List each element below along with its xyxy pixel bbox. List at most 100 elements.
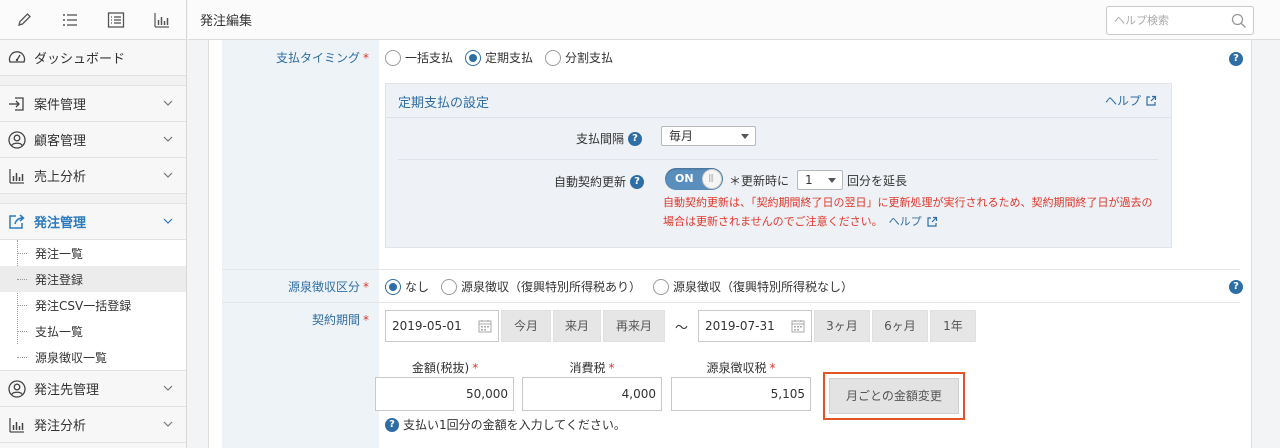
dropdown-caret-icon xyxy=(828,178,836,183)
chevron-down-icon xyxy=(163,100,173,106)
radio-withholding-without-reconstruction[interactable]: 源泉徴収（復興特別所得税なし） xyxy=(653,278,853,295)
list-box-icon[interactable] xyxy=(94,0,138,40)
required-mark: * xyxy=(363,280,369,294)
periodic-settings-box: 定期支払の設定 ヘルプ 支払間隔 ? 毎月 自動契約更新 ? ON ＊更新時に … xyxy=(385,83,1172,248)
renew-suffix: 回分を延長 xyxy=(847,174,908,188)
help-icon[interactable]: ? xyxy=(1229,52,1243,66)
sidebar-item-order-analysis[interactable]: 発注分析 xyxy=(0,407,186,443)
periodic-help-link[interactable]: ヘルプ xyxy=(1105,92,1157,109)
chevron-down-icon xyxy=(163,385,173,391)
sidebar-item-label: 案件管理 xyxy=(34,98,87,113)
radio-periodic[interactable]: 定期支払 xyxy=(465,49,533,66)
sidebar-item-label: 売上分析 xyxy=(34,170,87,185)
toggle-knob xyxy=(702,169,722,189)
help-search-input[interactable] xyxy=(1107,7,1225,34)
required-mark: * xyxy=(363,51,369,65)
order-edit-form: 支払タイミング * 一括支払 定期支払 分割支払 ? 定期支払の設定 ヘルプ 支払… xyxy=(208,40,1252,448)
sidebar-item-customers[interactable]: 顧客管理 xyxy=(0,122,186,158)
withholding-label: 源泉徴収区分 * xyxy=(287,280,369,294)
interval-select[interactable]: 毎月 xyxy=(661,126,756,146)
radio-withholding-with-reconstruction[interactable]: 源泉徴収（復興特別所得税あり） xyxy=(441,278,641,295)
sidebar-item-label: 発注分析 xyxy=(34,419,87,434)
start-date-input[interactable]: 2019-05-01 xyxy=(385,310,499,342)
monthly-amount-highlight: 月ごとの金額変更 xyxy=(823,372,965,420)
payment-timing-label: 支払タイミング * xyxy=(275,51,369,65)
required-mark: * xyxy=(363,313,369,327)
chevron-down-icon xyxy=(163,172,173,178)
login-icon xyxy=(7,94,27,114)
warning-help-link[interactable]: ヘルプ xyxy=(889,212,922,231)
page-header: 発注編集 xyxy=(188,0,1280,40)
withholding-tax-label: 源泉徴収税 * xyxy=(706,361,776,375)
sidebar-item-orders[interactable]: 発注管理 xyxy=(0,204,186,240)
sidebar-item-projects[interactable]: 案件管理 xyxy=(0,86,186,122)
sidebar-item-dashboard[interactable]: ダッシュボード xyxy=(0,40,186,76)
tax-input[interactable]: 4,000 xyxy=(522,377,662,411)
speedometer-icon xyxy=(7,48,27,68)
calendar-icon[interactable] xyxy=(478,319,492,333)
amount-input[interactable]: 50,000 xyxy=(375,377,514,411)
person-circle-icon xyxy=(7,130,27,150)
payment-timing-radios: 一括支払 定期支払 分割支払 xyxy=(385,49,625,66)
divider xyxy=(386,117,1171,118)
page-title: 発注編集 xyxy=(200,14,253,29)
pencil-icon[interactable] xyxy=(2,0,46,40)
end-date-input[interactable]: 2019-07-31 xyxy=(698,310,812,342)
sidebar-subitem-order-register[interactable]: 発注登録 xyxy=(0,266,186,292)
month-after-next-button[interactable]: 再来月 xyxy=(603,310,665,342)
withholding-radios: なし 源泉徴収（復興特別所得税あり） 源泉徴収（復興特別所得税なし） xyxy=(385,278,865,295)
sidebar-item-label: 発注先管理 xyxy=(34,383,100,398)
monthly-amount-change-button[interactable]: 月ごとの金額変更 xyxy=(829,378,959,414)
nav-divider xyxy=(0,76,186,86)
next-month-button[interactable]: 来月 xyxy=(553,310,601,342)
withholding-tax-input[interactable]: 5,105 xyxy=(671,377,811,411)
nav-divider xyxy=(0,194,186,204)
help-icon[interactable]: ? xyxy=(1229,280,1243,294)
required-mark: * xyxy=(472,361,479,375)
search-icon[interactable] xyxy=(1231,13,1247,29)
renew-count-select[interactable]: 1 xyxy=(797,170,843,190)
sidebar-subitem-order-list[interactable]: 発注一覧 xyxy=(0,240,186,266)
tax-label: 消費税 * xyxy=(569,361,615,375)
six-months-button[interactable]: 6ヶ月 xyxy=(872,310,928,342)
amount-note: ? 支払い1回分の金額を入力してください。 xyxy=(385,416,626,433)
chevron-down-icon xyxy=(163,421,173,427)
bar-chart-icon[interactable] xyxy=(140,0,184,40)
auto-renew-warning: 自動契約更新は、「契約期間終了日の翌日」に更新処理が実行されるため、契約期間終了… xyxy=(663,193,1168,231)
this-month-button[interactable]: 今月 xyxy=(501,310,551,342)
sidebar-item-vendors[interactable]: 発注先管理 xyxy=(0,371,186,407)
renew-prefix: ＊更新時に xyxy=(729,174,790,188)
dropdown-caret-icon xyxy=(741,134,749,139)
sidebar-subitem-withholding-list[interactable]: 源泉徴収一覧 xyxy=(0,344,186,370)
calendar-icon[interactable] xyxy=(791,319,805,333)
sidebar-item-label: ダッシュボード xyxy=(34,52,126,67)
share-icon xyxy=(7,212,27,232)
one-year-button[interactable]: 1年 xyxy=(930,310,976,342)
divider xyxy=(398,159,1158,160)
radio-lump-sum[interactable]: 一括支払 xyxy=(385,49,453,66)
sidebar: ダッシュボード 案件管理 顧客管理 売上分析 発注管理 発注一覧 発注登録 発注… xyxy=(0,0,187,448)
help-search xyxy=(1106,6,1254,35)
sidebar-subitem-order-csv-import[interactable]: 発注CSV一括登録 xyxy=(0,292,186,318)
sidebar-item-sales-analysis[interactable]: 売上分析 xyxy=(0,158,186,194)
three-months-button[interactable]: 3ヶ月 xyxy=(814,310,870,342)
list-icon[interactable] xyxy=(48,0,92,40)
sidebar-subitem-payment-list[interactable]: 支払一覧 xyxy=(0,318,186,344)
chevron-down-icon xyxy=(163,136,173,142)
help-icon[interactable]: ? xyxy=(630,174,645,189)
auto-renew-label: 自動契約更新 ? xyxy=(554,173,645,190)
person-circle-icon xyxy=(7,379,27,399)
interval-label: 支払間隔 ? xyxy=(576,130,643,147)
required-mark: * xyxy=(769,361,776,375)
bar-chart-icon xyxy=(7,415,27,435)
orders-submenu: 発注一覧 発注登録 発注CSV一括登録 支払一覧 源泉徴収一覧 xyxy=(0,240,186,371)
sidebar-item-label: 顧客管理 xyxy=(34,134,87,149)
date-range-separator: 〜 xyxy=(675,321,689,336)
auto-renew-toggle[interactable]: ON xyxy=(665,168,723,190)
help-icon[interactable]: ? xyxy=(628,131,643,146)
radio-withholding-none[interactable]: なし xyxy=(385,278,429,295)
amount-label: 金額(税抜) * xyxy=(411,361,479,375)
row-divider xyxy=(222,302,1240,303)
row-divider xyxy=(222,269,1240,270)
radio-installment[interactable]: 分割支払 xyxy=(545,49,613,66)
